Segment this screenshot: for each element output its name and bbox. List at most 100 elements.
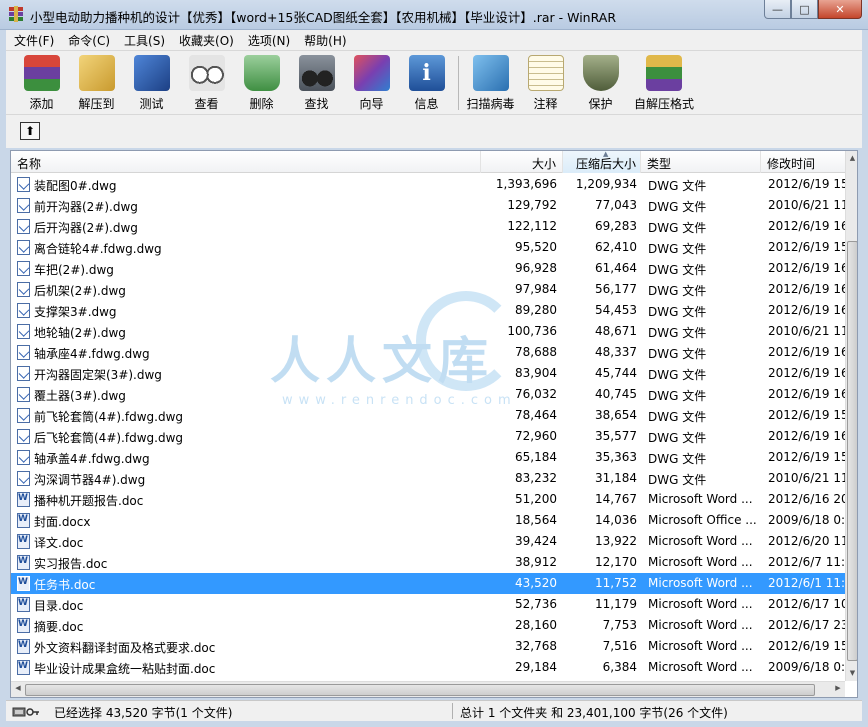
scroll-up-icon[interactable]: ▲ xyxy=(846,151,857,166)
info-icon: i xyxy=(408,55,445,91)
file-row[interactable]: 沟深调节器4#).dwg 83,232 31,184 DWG 文件 2010/6/21 … xyxy=(11,468,849,489)
file-packed-size: 13,922 xyxy=(595,534,637,548)
delete-button[interactable]: 删除 xyxy=(234,51,289,113)
file-modified: 2012/6/19 15 xyxy=(768,408,849,422)
dwg-file-icon xyxy=(17,429,30,444)
word-document-icon xyxy=(17,597,30,612)
scroll-down-icon[interactable]: ▼ xyxy=(846,666,857,681)
file-modified: 2010/6/21 11 xyxy=(768,198,849,212)
file-name: 封面.docx xyxy=(34,515,91,529)
file-name: 支撑架3#.dwg xyxy=(34,305,117,319)
vertical-scrollbar[interactable]: ▲ ▼ xyxy=(845,151,857,681)
sort-ascending-icon: ▲ xyxy=(603,150,609,158)
scroll-right-icon[interactable]: ▶ xyxy=(831,684,845,697)
file-name: 轴承座4#.fdwg.dwg xyxy=(34,347,150,361)
file-row[interactable]: 前飞轮套筒(4#).fdwg.dwg 78,464 38,654 DWG 文件 2012… xyxy=(11,405,849,426)
file-row[interactable]: 任务书.doc 43,520 11,752 Microsoft Word ... 201… xyxy=(11,573,845,594)
add-books-icon xyxy=(23,55,60,91)
file-packed-size: 14,036 xyxy=(595,513,637,527)
dwg-file-icon xyxy=(17,261,30,276)
protect-button[interactable]: 保护 xyxy=(573,51,628,113)
sfx-books-icon xyxy=(646,55,682,91)
file-row[interactable]: 车把(2#).dwg 96,928 61,464 DWG 文件 2012/6/19 16 xyxy=(11,258,849,279)
file-row[interactable]: 后飞轮套筒(4#).fdwg.dwg 72,960 35,577 DWG 文件 2012… xyxy=(11,426,849,447)
dwg-file-icon xyxy=(17,324,30,339)
menu-file[interactable]: 文件(F) xyxy=(6,30,60,50)
file-packed-size: 11,179 xyxy=(595,597,637,611)
minimize-button[interactable]: — xyxy=(764,0,791,19)
file-row[interactable]: 外文资料翻译封面及格式要求.doc 32,768 7,516 Microsoft Wo… xyxy=(11,636,849,657)
file-name: 外文资料翻译封面及格式要求.doc xyxy=(34,641,216,655)
file-row[interactable]: 译文.doc 39,424 13,922 Microsoft Word ... 2012… xyxy=(11,531,849,552)
column-size[interactable]: 大小 xyxy=(481,151,563,173)
file-row[interactable]: 覆土器(3#).dwg 76,032 40,745 DWG 文件 2012/6/19 1… xyxy=(11,384,849,405)
file-modified: 2012/6/19 16 xyxy=(768,261,849,275)
file-row[interactable]: 实习报告.doc 38,912 12,170 Microsoft Word ... 20… xyxy=(11,552,845,573)
file-size: 95,520 xyxy=(515,240,557,254)
close-button[interactable]: ✕ xyxy=(818,0,862,19)
file-modified: 2012/6/19 16 xyxy=(768,366,849,380)
file-size: 100,736 xyxy=(507,324,557,338)
file-row[interactable]: 后开沟器(2#).dwg 122,112 69,283 DWG 文件 2012/6/19… xyxy=(11,216,849,237)
up-folder-button[interactable]: ⬆ xyxy=(20,122,40,140)
horizontal-scroll-thumb[interactable] xyxy=(25,684,815,696)
menu-options[interactable]: 选项(N) xyxy=(240,30,296,50)
file-row[interactable]: 封面.docx 18,564 14,036 Microsoft Office ... 2… xyxy=(11,510,845,531)
file-modified: 2012/6/19 15 xyxy=(768,240,849,254)
scan-virus-button[interactable]: 扫描病毒 xyxy=(463,51,518,113)
dwg-file-icon xyxy=(17,366,30,381)
file-type: DWG 文件 xyxy=(648,200,707,214)
maximize-button[interactable]: □ xyxy=(791,0,818,19)
column-modified[interactable]: 修改时间 xyxy=(761,151,845,173)
view-button[interactable]: 查看 xyxy=(179,51,234,113)
file-packed-size: 7,516 xyxy=(602,639,637,653)
protect-label: 保护 xyxy=(588,97,613,111)
wizard-button[interactable]: 向导 xyxy=(344,51,399,113)
file-row[interactable]: 开沟器固定架(3#).dwg 83,904 45,744 DWG 文件 2012/6/1… xyxy=(11,363,849,384)
file-name: 轴承盖4#.fdwg.dwg xyxy=(34,452,150,466)
file-row[interactable]: 支撑架3#.dwg 89,280 54,453 DWG 文件 2012/6/19 16 xyxy=(11,300,849,321)
file-row[interactable]: 装配图0#.dwg 1,393,696 1,209,934 DWG 文件 2012/6/… xyxy=(11,174,849,195)
horizontal-scrollbar[interactable]: ◀ ▶ xyxy=(11,681,845,697)
file-name: 离合链轮4#.fdwg.dwg xyxy=(34,242,162,256)
column-type[interactable]: 类型 xyxy=(641,151,761,173)
test-button[interactable]: 测试 xyxy=(124,51,179,113)
column-name[interactable]: 名称 xyxy=(11,151,481,173)
file-row[interactable]: 前开沟器(2#).dwg 129,792 77,043 DWG 文件 2010/6/21… xyxy=(11,195,849,216)
menu-favorites[interactable]: 收藏夹(O) xyxy=(171,30,240,50)
file-row[interactable]: 地轮轴(2#).dwg 100,736 48,671 DWG 文件 2010/6/21 … xyxy=(11,321,849,342)
scroll-left-icon[interactable]: ◀ xyxy=(11,684,25,697)
file-size: 51,200 xyxy=(515,492,557,506)
column-packed-size[interactable]: ▲ 压缩后大小 xyxy=(563,151,641,173)
vertical-scroll-thumb[interactable] xyxy=(847,241,857,661)
file-size: 39,424 xyxy=(515,534,557,548)
file-row[interactable]: 后机架(2#).dwg 97,984 56,177 DWG 文件 2012/6/19 1… xyxy=(11,279,849,300)
menu-commands[interactable]: 命令(C) xyxy=(60,30,116,50)
menu-tools[interactable]: 工具(S) xyxy=(116,30,171,50)
file-row[interactable]: 轴承盖4#.fdwg.dwg 65,184 35,363 DWG 文件 2012/6/1… xyxy=(11,447,849,468)
extract-to-button[interactable]: 解压到 xyxy=(69,51,124,113)
file-row[interactable]: 毕业设计成果盒统一粘贴封面.doc 29,184 6,384 Microsoft Wo… xyxy=(11,657,845,678)
menu-help[interactable]: 帮助(H) xyxy=(296,30,352,50)
file-size: 38,912 xyxy=(515,555,557,569)
file-name: 沟深调节器4#).dwg xyxy=(34,473,146,487)
file-size: 122,112 xyxy=(507,219,557,233)
comment-button[interactable]: 注释 xyxy=(518,51,573,113)
find-button[interactable]: 查找 xyxy=(289,51,344,113)
file-packed-size: 56,177 xyxy=(595,282,637,296)
file-modified: 2012/6/19 16 xyxy=(768,345,849,359)
file-row[interactable]: 离合链轮4#.fdwg.dwg 95,520 62,410 DWG 文件 2012/6/… xyxy=(11,237,849,258)
file-row[interactable]: 摘要.doc 28,160 7,753 Microsoft Word ... 2012/… xyxy=(11,615,849,636)
dwg-file-icon xyxy=(17,303,30,318)
file-modified: 2012/6/1 11: xyxy=(768,576,846,590)
file-packed-size: 77,043 xyxy=(595,198,637,212)
file-row[interactable]: 播种机开题报告.doc 51,200 14,767 Microsoft Word ..… xyxy=(11,489,849,510)
info-button[interactable]: i 信息 xyxy=(399,51,454,113)
file-size: 83,232 xyxy=(515,471,557,485)
sfx-button[interactable]: 自解压格式 xyxy=(628,51,700,113)
file-row[interactable]: 目录.doc 52,736 11,179 Microsoft Word ... 2012… xyxy=(11,594,849,615)
add-button[interactable]: 添加 xyxy=(14,51,69,113)
file-modified: 2012/6/19 15 xyxy=(768,177,849,191)
file-type: DWG 文件 xyxy=(648,242,707,256)
file-row[interactable]: 轴承座4#.fdwg.dwg 78,688 48,337 DWG 文件 2012/6/1… xyxy=(11,342,849,363)
